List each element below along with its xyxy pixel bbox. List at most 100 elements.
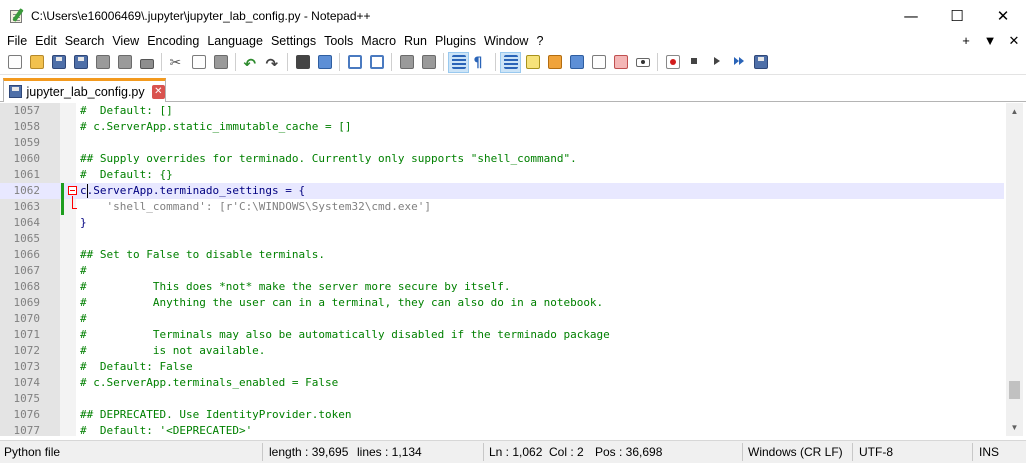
paste-icon[interactable] [211,53,230,72]
status-divider [742,443,743,461]
line-number: 1067 [13,264,41,277]
save-all-icon[interactable] [71,53,90,72]
code-line[interactable]: 1066 ## Set to False to disable terminals… [0,247,1004,263]
status-insert-mode[interactable]: INS [979,441,999,463]
menu-run[interactable]: Run [401,34,430,48]
menu-tools[interactable]: Tools [321,34,356,48]
maximize-button[interactable]: ☐ [934,0,980,31]
code-line[interactable]: 1068 # This does *not* make the server mo… [0,279,1004,295]
close-window-button[interactable]: ✕ [980,0,1026,31]
stop-recording-icon[interactable] [685,53,704,72]
undo-icon[interactable]: ↶ [241,53,260,73]
close-icon[interactable] [93,53,112,72]
menu-language[interactable]: Language [204,34,266,48]
code-line[interactable]: 1057 # Default: [] [0,103,1004,119]
menu-view[interactable]: View [109,34,142,48]
toolbar-separator [235,53,236,71]
code-line[interactable]: 1073 # Default: False [0,359,1004,375]
close-all-icon[interactable] [115,53,134,72]
replace-icon[interactable] [315,53,334,72]
sync-horizontal-icon[interactable] [419,53,438,72]
record-macro-icon[interactable] [663,53,682,72]
indent-guide-icon[interactable] [500,51,521,73]
menu-help[interactable]: ? [533,34,546,48]
document-map-icon[interactable] [545,53,564,72]
vertical-scrollbar[interactable]: ▲ ▼ [1006,103,1023,436]
notepadpp-app-icon[interactable] [9,7,25,24]
line-number: 1075 [13,392,41,405]
menu-edit[interactable]: Edit [32,34,60,48]
menu-search[interactable]: Search [62,34,108,48]
new-file-icon[interactable] [5,53,24,72]
redo-icon[interactable]: ↷ [263,53,282,73]
zoom-in-icon[interactable] [345,53,364,72]
code-line[interactable]: 1077 # Default: '<DEPRECATED>' [0,423,1004,436]
save-macro-icon[interactable] [751,53,770,72]
scroll-down-icon[interactable]: ▼ [1006,419,1023,436]
code-line[interactable]: 1065 [0,231,1004,247]
open-file-icon[interactable] [27,53,46,72]
find-icon[interactable] [293,53,312,72]
tab-list-dropdown-button[interactable]: ▼ [978,33,1002,48]
monitoring-icon[interactable] [633,53,652,72]
code-editor[interactable]: 1057 # Default: [] 1058 # c.ServerApp.stati… [0,103,1026,436]
folder-as-workspace-icon[interactable] [611,53,630,72]
sync-vertical-icon[interactable] [397,53,416,72]
show-all-characters-icon[interactable]: ¶ [471,53,490,72]
status-encoding[interactable]: UTF-8 [859,441,893,463]
menu-plugins[interactable]: Plugins [432,34,479,48]
word-wrap-icon[interactable] [448,51,469,73]
status-length: length : 39,695 [269,445,349,459]
line-number: 1066 [13,248,41,261]
save-icon[interactable] [49,53,68,72]
cut-icon[interactable]: ✂ [167,53,186,72]
function-list-icon[interactable] [589,53,608,72]
fold-line [72,196,73,208]
status-eol[interactable]: Windows (CR LF) [748,441,843,463]
toolbar-separator [391,53,392,71]
close-document-button[interactable]: ✕ [1002,33,1026,49]
scroll-up-icon[interactable]: ▲ [1006,103,1023,120]
code-line[interactable]: 1060 ## Supply overrides for terminado. C… [0,151,1004,167]
copy-icon[interactable] [189,53,208,72]
status-divider [262,443,263,461]
code-line[interactable]: 1062 c.ServerApp.terminado_settings = { [0,183,1004,199]
status-file-type: Python file [4,445,61,459]
menu-macro[interactable]: Macro [358,34,399,48]
print-icon[interactable] [137,53,156,72]
code-line[interactable]: 1061 # Default: {} [0,167,1004,183]
tab-jupyter-lab-config[interactable]: jupyter_lab_config.py ✕ [3,78,166,102]
text-caret [87,184,88,198]
tab-close-icon[interactable]: ✕ [151,84,165,99]
fold-collapse-icon[interactable] [68,186,77,195]
menu-encoding[interactable]: Encoding [144,34,202,48]
menu-settings[interactable]: Settings [268,34,319,48]
toolbar-separator [339,53,340,71]
run-macro-multiple-icon[interactable] [729,53,748,72]
playback-macro-icon[interactable] [707,53,726,72]
zoom-out-icon[interactable] [367,53,386,72]
code-line[interactable]: 1063 'shell_command': [r'C:\WINDOWS\Syst… [0,199,1004,215]
document-list-icon[interactable] [567,53,586,72]
code-line[interactable]: 1067 # [0,263,1004,279]
minimize-button[interactable]: — [888,0,934,31]
line-text: c.ServerApp.terminado_settings = { [80,184,306,197]
code-line[interactable]: 1069 # Anything the user can in a termina… [0,295,1004,311]
line-number: 1072 [13,344,41,357]
code-line[interactable]: 1072 # is not available. [0,343,1004,359]
menu-window[interactable]: Window [481,34,531,48]
code-line[interactable]: 1058 # c.ServerApp.static_immutable_cache… [0,119,1004,135]
scrollbar-thumb[interactable] [1009,381,1020,399]
code-line[interactable]: 1064} [0,215,1004,231]
status-divider [852,443,853,461]
menu-file[interactable]: File [4,34,30,48]
code-line[interactable]: 1071 # Terminals may also be automaticall… [0,327,1004,343]
code-line[interactable]: 1074 # c.ServerApp.terminals_enabled = Fa… [0,375,1004,391]
code-line[interactable]: 1070 # [0,311,1004,327]
code-line[interactable]: 1076 ## DEPRECATED. Use IdentityProvider.… [0,407,1004,423]
status-position: Pos : 36,698 [595,445,663,459]
user-defined-language-icon[interactable] [523,53,542,72]
new-tab-plus-button[interactable]: + [954,33,978,48]
code-line[interactable]: 1075 [0,391,1004,407]
code-line[interactable]: 1059 [0,135,1004,151]
